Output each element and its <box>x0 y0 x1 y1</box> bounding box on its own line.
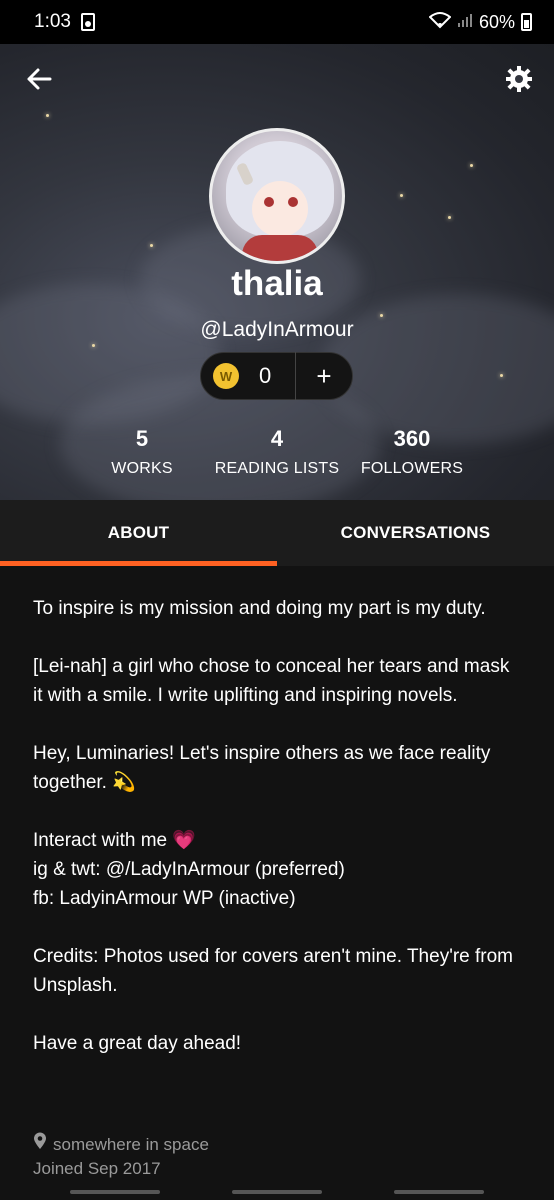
stat-label: READING LISTS <box>214 460 340 477</box>
about-line: fb: LadyinArmour WP (inactive) <box>33 888 296 909</box>
nav-bar-segment <box>70 1190 160 1194</box>
arrow-left-icon <box>26 67 52 96</box>
about-paragraph: [Lei-nah] a girl who chose to conceal he… <box>33 656 510 706</box>
about-line: Interact with me 💗 <box>33 830 197 851</box>
about-line: ig & twt: @/LadyInArmour (preferred) <box>33 859 345 880</box>
stat-value: 4 <box>270 426 284 451</box>
coin-count: 0 <box>259 363 272 388</box>
avatar[interactable] <box>209 128 345 264</box>
about-paragraph: Hey, Luminaries! Let's inspire others as… <box>33 743 491 793</box>
profile-name: thalia <box>231 264 323 303</box>
status-right: 60% <box>428 11 532 34</box>
wifi-icon <box>428 11 452 34</box>
status-time: 1:03 <box>34 11 71 32</box>
about-paragraph: Credits: Photos used for covers aren't m… <box>33 946 513 996</box>
coins-widget: W 0 + <box>200 352 353 400</box>
stat-works[interactable]: 5 WORKS <box>92 426 192 478</box>
about-paragraph: To inspire is my mission and doing my pa… <box>33 598 486 619</box>
signal-icon <box>457 12 473 33</box>
coin-icon: W <box>213 363 239 389</box>
nav-bar-segment <box>232 1190 322 1194</box>
location-text: somewhere in space <box>53 1134 209 1154</box>
stat-value: 5 <box>135 426 149 451</box>
location-pin-icon <box>33 1132 47 1157</box>
stat-followers[interactable]: 360 FOLLOWERS <box>356 426 468 478</box>
about-paragraph: Have a great day ahead! <box>33 1033 242 1054</box>
stat-reading-lists[interactable]: 4 READING LISTS <box>207 426 347 478</box>
stat-value: 360 <box>393 426 431 451</box>
tab-conversations[interactable]: CONVERSATIONS <box>277 500 554 566</box>
about-section: To inspire is my mission and doing my pa… <box>33 594 523 1087</box>
sim-icon <box>80 13 95 31</box>
location-row: somewhere in space <box>33 1132 209 1157</box>
add-coins-button[interactable]: + <box>296 352 352 400</box>
battery-label: 60% <box>478 11 515 32</box>
nav-bar-segment <box>394 1190 484 1194</box>
stat-label: WORKS <box>111 460 173 477</box>
profile-tabs: ABOUT CONVERSATIONS <box>0 500 554 566</box>
profile-meta: somewhere in space Joined Sep 2017 <box>33 1132 209 1181</box>
profile-header: thalia @LadyInArmour W 0 + 5 WORKS 4 REA… <box>0 44 554 500</box>
about-paragraph: Interact with me 💗 ig & twt: @/LadyInArm… <box>33 826 523 913</box>
back-button[interactable] <box>22 64 56 98</box>
gear-icon <box>505 65 533 98</box>
settings-button[interactable] <box>502 64 536 98</box>
battery-icon <box>521 13 532 31</box>
tab-about[interactable]: ABOUT <box>0 500 277 566</box>
profile-handle: @LadyInArmour <box>200 318 354 341</box>
status-bar: 1:03 60% <box>0 0 554 44</box>
joined-date: Joined Sep 2017 <box>33 1159 161 1178</box>
stat-label: FOLLOWERS <box>360 460 464 477</box>
